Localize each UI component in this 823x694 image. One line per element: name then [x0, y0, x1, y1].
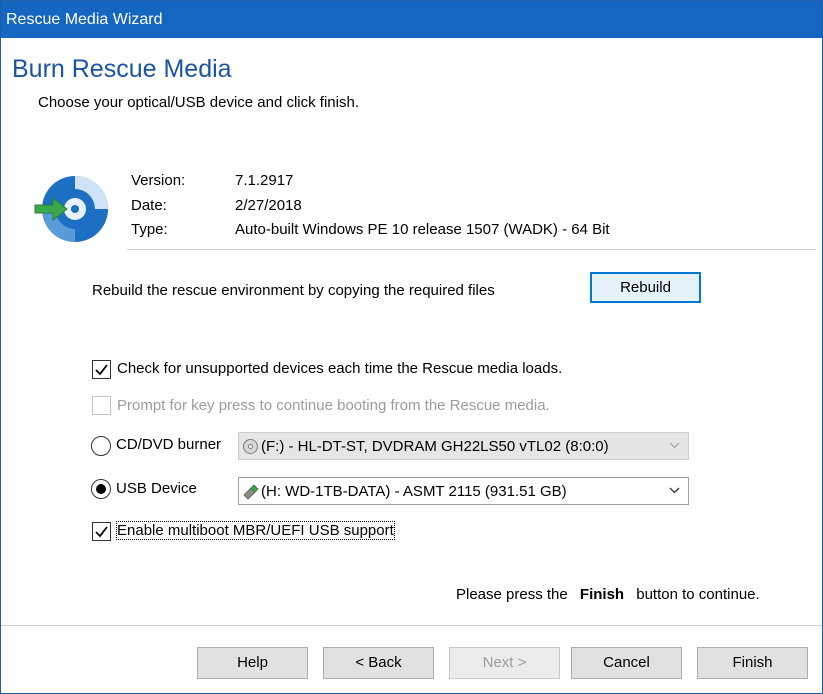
- cd-dvd-radio[interactable]: [91, 436, 111, 456]
- checkmark-icon: [95, 364, 108, 376]
- rebuild-button[interactable]: Rebuild: [590, 272, 701, 303]
- optical-drive-icon: [243, 439, 258, 454]
- back-button[interactable]: < Back: [323, 647, 434, 679]
- cancel-button[interactable]: Cancel: [571, 647, 682, 679]
- title-bar: Rescue Media Wizard: [1, 1, 822, 38]
- cd-dvd-select[interactable]: (F:) - HL-DT-ST, DVDRAM GH22LS50 vTL02 (…: [238, 432, 689, 460]
- checkmark-icon: [95, 526, 108, 538]
- usb-device-radio[interactable]: [91, 479, 111, 499]
- help-button[interactable]: Help: [197, 647, 308, 679]
- prompt-key-checkbox[interactable]: [92, 396, 111, 415]
- multiboot-checkbox[interactable]: [92, 522, 111, 541]
- finish-instruction-word: Finish: [579, 586, 625, 603]
- chevron-down-icon: [669, 442, 680, 449]
- usb-drive-icon: [243, 484, 259, 500]
- finish-instruction-suffix: button to continue.: [636, 586, 760, 603]
- rebuild-description: Rebuild the rescue environment by copyin…: [92, 282, 495, 299]
- version-value: 7.1.2917: [235, 172, 294, 189]
- page-subtitle: Choose your optical/USB device and click…: [38, 94, 359, 111]
- date-label: Date:: [131, 197, 167, 214]
- next-button[interactable]: Next >: [449, 647, 560, 679]
- disc-with-arrow-icon: [33, 174, 113, 244]
- usb-device-select-value: (H: WD-1TB-DATA) - ASMT 2115 (931.51 GB): [261, 483, 567, 500]
- type-value: Auto-built Windows PE 10 release 1507 (W…: [235, 221, 610, 238]
- cd-dvd-label[interactable]: CD/DVD burner: [116, 436, 221, 453]
- prompt-key-label[interactable]: Prompt for key press to continue booting…: [117, 397, 550, 414]
- multiboot-label[interactable]: Enable multiboot MBR/UEFI USB support: [116, 521, 395, 540]
- window-title: Rescue Media Wizard: [6, 11, 163, 28]
- date-value: 2/27/2018: [235, 197, 302, 214]
- info-divider: [127, 249, 816, 250]
- page-title: Burn Rescue Media: [12, 55, 232, 83]
- finish-instruction: Please press the Finish button to contin…: [456, 586, 760, 603]
- finish-button[interactable]: Finish: [697, 647, 808, 679]
- type-label: Type:: [131, 221, 168, 238]
- chevron-down-icon: [669, 487, 680, 494]
- rescue-media-wizard-window: Rescue Media Wizard Burn Rescue Media Ch…: [0, 0, 823, 694]
- finish-instruction-prefix: Please press the: [456, 586, 568, 603]
- usb-device-select[interactable]: (H: WD-1TB-DATA) - ASMT 2115 (931.51 GB): [238, 477, 689, 505]
- cd-dvd-select-value: (F:) - HL-DT-ST, DVDRAM GH22LS50 vTL02 (…: [261, 438, 609, 455]
- radio-selected-dot: [96, 484, 106, 494]
- check-unsupported-label[interactable]: Check for unsupported devices each time …: [117, 360, 562, 377]
- check-unsupported-checkbox[interactable]: [92, 360, 111, 379]
- version-label: Version:: [131, 172, 186, 189]
- footer-divider: [1, 625, 822, 626]
- usb-device-label[interactable]: USB Device: [116, 480, 197, 497]
